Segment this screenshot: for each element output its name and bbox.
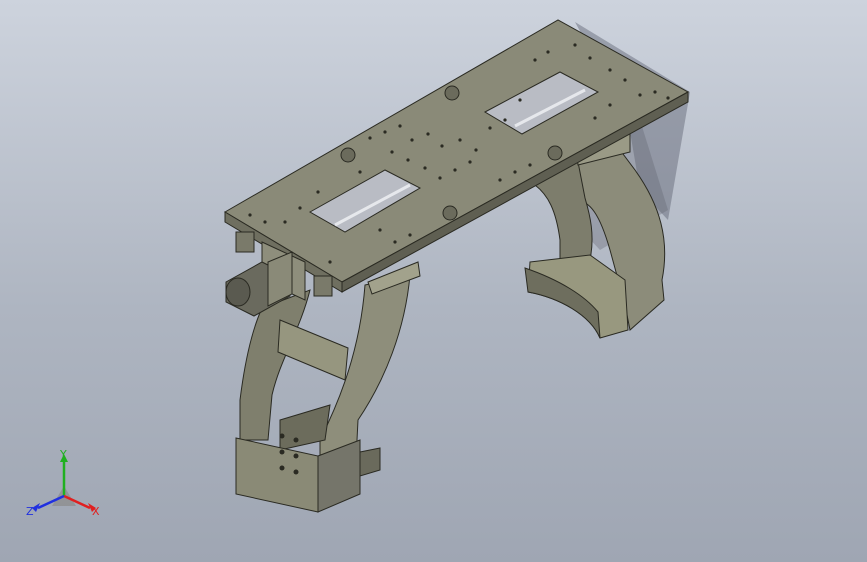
graphics-viewport[interactable]: Y X Z: [0, 0, 867, 562]
triad-z-label: Z: [26, 505, 34, 518]
cad-model-view[interactable]: [0, 0, 867, 562]
axis-triad[interactable]: Y X Z: [24, 448, 104, 528]
triad-x-label: X: [92, 505, 100, 518]
triad-y-label: Y: [59, 448, 67, 461]
